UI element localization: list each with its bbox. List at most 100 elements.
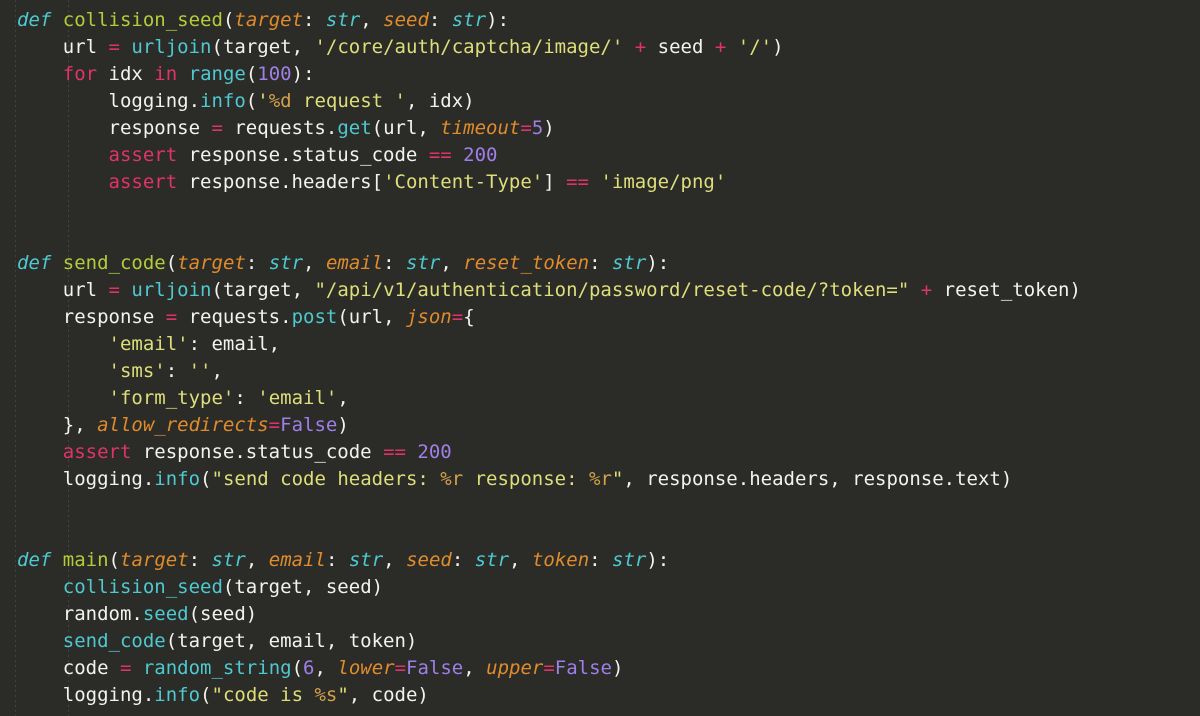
code-editor-viewport[interactable]: def collision_seed ( target: str, seed: st…: [0, 0, 1200, 716]
code-token-punct: :: [383, 252, 407, 274]
code-token-plain: (seed): [188, 603, 258, 625]
code-token-fmt: %s: [314, 684, 338, 706]
code-token-plain: ): [772, 36, 784, 58]
code-token-const: False: [280, 414, 338, 436]
code-token-plain: requests.: [177, 306, 292, 328]
code-token-fname: main: [62, 549, 109, 571]
code-token-def: def: [17, 549, 52, 571]
code-token-op: =: [108, 36, 120, 58]
code-token-plain: ): [337, 414, 349, 436]
code-token-plain: response: [17, 117, 212, 139]
code-token-param: lower: [337, 657, 395, 679]
code-token-plain: (url,: [337, 306, 406, 328]
code-token-plain: reset_token): [932, 279, 1081, 301]
code-line: logging.info("send code headers: %r resp…: [17, 466, 1200, 493]
code-token-op: =: [211, 117, 223, 139]
code-token-op: +: [714, 36, 727, 58]
code-token-str: ': [257, 90, 269, 112]
code-token-plain: ): [543, 117, 555, 139]
code-token-param: email: [325, 252, 384, 274]
code-line: url = urljoin(target, '/core/auth/captch…: [17, 34, 1200, 61]
code-token-param: target: [234, 9, 304, 31]
code-token-type: str: [325, 9, 361, 31]
code-token-plain: ]: [543, 171, 567, 193]
code-line: code = random_string(6, lower=False, upp…: [17, 655, 1200, 682]
code-token-call: random_string: [142, 657, 292, 679]
code-token-str: 'sms': [108, 360, 166, 382]
code-token-str: "/api/v1/authentication/password/reset-c…: [314, 279, 910, 301]
code-token-punct: ,: [383, 549, 407, 571]
code-token-op: +: [634, 36, 647, 58]
code-token-plain: random.: [17, 603, 143, 625]
code-token-punct: ,: [440, 252, 464, 274]
code-token-punct: ):: [646, 549, 670, 571]
code-token-plain: {: [463, 306, 475, 328]
code-token-param: token: [531, 549, 590, 571]
code-token-punct: ):: [646, 252, 670, 274]
code-token-const: False: [554, 657, 612, 679]
code-token-punct: ,: [360, 9, 384, 31]
code-token-fname: send_code: [62, 252, 166, 274]
code-line: random.seed(seed): [17, 601, 1200, 628]
code-token-num: 200: [417, 441, 452, 463]
code-token-param: reset_token: [463, 252, 590, 274]
code-token-fmt: %d: [268, 90, 292, 112]
code-token-type: str: [211, 549, 246, 571]
code-line: def main(target: str, email: str, seed: …: [17, 547, 1200, 574]
code-token-num: 100: [257, 63, 292, 85]
code-token-kw: assert: [62, 441, 132, 463]
code-token-plain: (target,: [211, 36, 315, 58]
code-token-op: ==: [428, 144, 452, 166]
code-token-str: '/core/auth/captcha/image/': [314, 36, 624, 58]
code-token-punct: ,: [509, 549, 532, 571]
code-token-op: =: [108, 279, 120, 301]
code-token-str: response:: [463, 468, 590, 490]
code-line: 'form_type': 'email',: [17, 385, 1200, 412]
code-token-punct: :: [188, 549, 212, 571]
code-token-call: urljoin: [131, 36, 212, 58]
code-token-punct: ,: [303, 252, 326, 274]
code-token-punct: :: [428, 9, 452, 31]
code-token-call: range: [188, 63, 246, 85]
code-token-str: 'form_type': [108, 387, 235, 409]
code-token-plain: seed: [646, 36, 715, 58]
code-content[interactable]: def collision_seed ( target: str, seed: st…: [0, 0, 1200, 709]
code-token-plain: : email,: [188, 333, 281, 355]
code-token-str: ": [337, 684, 349, 706]
code-token-fmt: %r: [589, 468, 612, 490]
code-token-punct: :: [325, 549, 349, 571]
code-line: assert response.headers['Content-Type'] …: [17, 169, 1200, 196]
code-line: logging.info("code is %s", code): [17, 682, 1200, 709]
code-token-type: str: [612, 549, 647, 571]
code-token-str: 'email': [108, 333, 189, 355]
code-token-type: str: [451, 9, 487, 31]
code-token-param: allow_redirects: [97, 414, 269, 436]
code-token-op: =: [543, 657, 555, 679]
code-token-call: urljoin: [131, 279, 212, 301]
code-token-kw: for: [62, 63, 98, 85]
code-token-type: str: [348, 549, 384, 571]
code-token-num: 6: [303, 657, 315, 679]
code-token-call: get: [337, 117, 372, 139]
code-token-plain: (: [291, 657, 304, 679]
code-token-punct: :: [589, 549, 613, 571]
code-line: def send_code(target: str, email: str, r…: [17, 250, 1200, 277]
code-token-param: timeout: [440, 117, 521, 139]
code-token-def: def: [17, 252, 52, 274]
code-token-param: target: [177, 252, 246, 274]
code-token-op: =: [520, 117, 532, 139]
code-line: response = requests.post(url, json={: [17, 304, 1200, 331]
code-token-plain: , code): [348, 684, 429, 706]
code-token-plain: logging.: [17, 468, 155, 490]
code-token-fname: collision_seed: [62, 9, 223, 31]
code-token-plain: (: [245, 90, 258, 112]
